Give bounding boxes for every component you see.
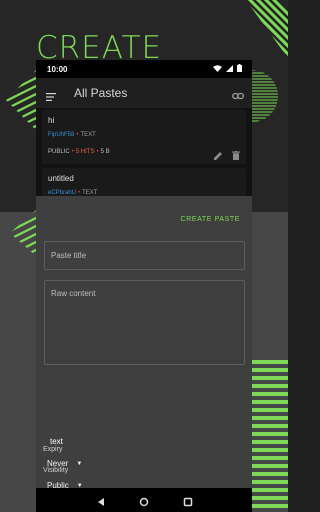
status-bar: 10:00 xyxy=(36,60,252,78)
navigation-bar xyxy=(36,488,252,512)
delete-icon[interactable] xyxy=(232,147,240,165)
expiry-value: Never xyxy=(47,459,69,468)
paste-name: untitled xyxy=(48,174,74,183)
visibility-label: Visibility xyxy=(43,467,69,474)
striped-triangle-top-right xyxy=(246,0,288,58)
paste-meta: FipUhF58 • TEXT xyxy=(48,132,96,138)
paste-visibility: PUBLIC xyxy=(48,149,70,155)
recents-icon[interactable] xyxy=(183,494,193,512)
separator-dot: • xyxy=(76,132,79,138)
separator-dot: • xyxy=(96,149,99,155)
menu-icon[interactable] xyxy=(46,88,56,106)
signal-icon xyxy=(226,64,233,74)
paste-stats: PUBLIC • 5 HITS • 5 B xyxy=(48,149,110,155)
syntax-input[interactable]: text xyxy=(50,437,63,446)
battery-icon xyxy=(237,64,242,74)
paste-title-field xyxy=(44,241,245,270)
status-time: 10:00 xyxy=(47,65,68,74)
wifi-icon xyxy=(213,64,222,74)
chevron-down-icon: ▼ xyxy=(76,460,83,467)
halftone-circle-right xyxy=(250,70,278,122)
paste-syntax: TEXT xyxy=(80,132,96,138)
back-icon[interactable] xyxy=(96,494,106,512)
striped-diamond-left xyxy=(6,70,36,130)
raw-content-field xyxy=(44,280,245,365)
app-bar: All Pastes xyxy=(36,78,252,108)
phone-frame: 10:00 All Pastes hi FipUhF58•TEXT PUBL xyxy=(36,60,252,512)
horizontal-stripes-bottom-right xyxy=(252,360,288,508)
paste-id[interactable]: FipUhF58 xyxy=(48,132,74,138)
paste-hits: 5 HITS xyxy=(75,149,95,155)
paste-size: 5 B xyxy=(100,149,110,155)
expiry-label: Expiry xyxy=(43,446,63,453)
home-icon[interactable] xyxy=(139,494,149,512)
app-bar-title: All Pastes xyxy=(74,86,128,100)
striped-diamond-left-lower xyxy=(10,210,36,256)
create-paste-button[interactable]: CREATE PASTE xyxy=(181,216,240,223)
separator-dot: • xyxy=(71,149,74,155)
paste-name: hi xyxy=(48,116,55,125)
paste-title-input[interactable] xyxy=(45,242,244,269)
paste-card[interactable]: hi FipUhF58 • TEXT PUBLIC • 5 HITS • 5 B xyxy=(42,110,246,164)
edit-icon[interactable] xyxy=(214,147,223,165)
create-paste-sheet: CREATE PASTE text Visibility Public▼ xyxy=(36,196,252,490)
link-icon[interactable] xyxy=(232,87,244,105)
expiry-select[interactable]: Never ▼ xyxy=(47,459,82,468)
raw-content-input[interactable] xyxy=(45,281,244,364)
